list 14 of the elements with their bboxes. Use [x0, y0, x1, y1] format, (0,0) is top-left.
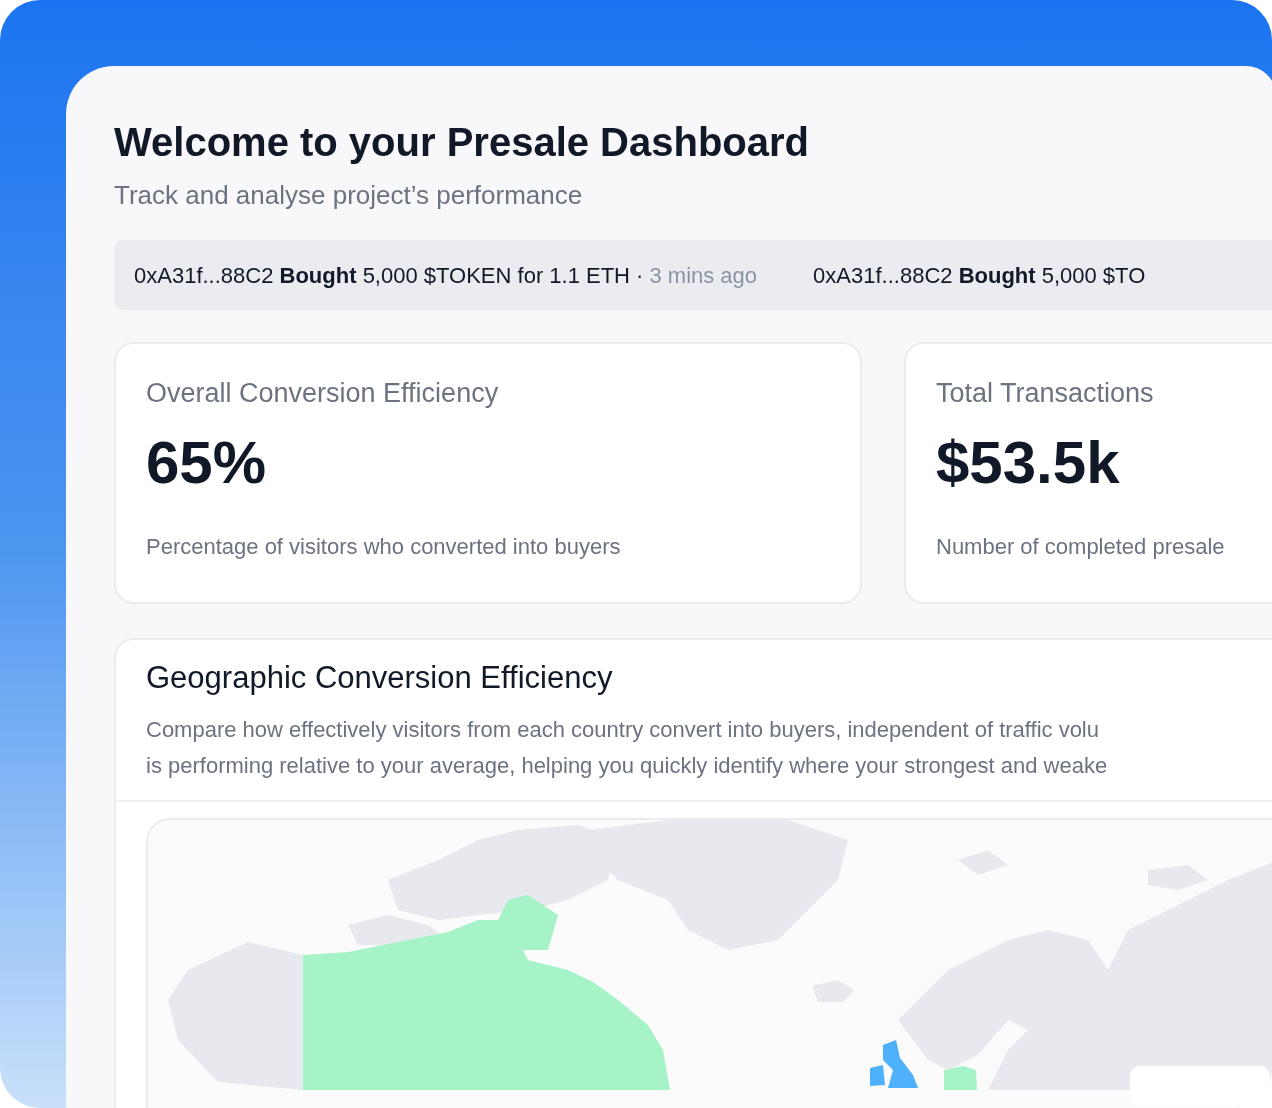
- page-title: Welcome to your Presale Dashboard: [114, 119, 811, 166]
- stat-description: Number of completed presale: [936, 533, 1226, 561]
- stat-value: $53.5k: [936, 428, 1121, 498]
- page-subtitle: Track and analyse project’s performance: [114, 179, 584, 212]
- stat-description: Percentage of visitors who converted into buyers: [146, 533, 622, 561]
- geo-description-line: Compare how effectively visitors from each country convert into buyers, independent of traffic volu: [146, 716, 1100, 744]
- ticker-text: 0xA31f...88C2 Bought 5,000 $TO: [813, 261, 1146, 290]
- ticker-time: 3 mins ago: [649, 261, 758, 290]
- ticker-text: 0xA31f...88C2 Bought 5,000 $TOKEN for 1.1 ETH ·: [134, 261, 644, 290]
- geo-description-line: is performing relative to your average, helping you quickly identify where your strongest and weake: [146, 752, 1109, 780]
- stat-value: 65%: [146, 428, 268, 498]
- stat-label: Total Transactions: [936, 377, 1155, 410]
- geo-title: Geographic Conversion Efficiency: [146, 659, 614, 697]
- stat-label: Overall Conversion Efficiency: [146, 377, 500, 410]
